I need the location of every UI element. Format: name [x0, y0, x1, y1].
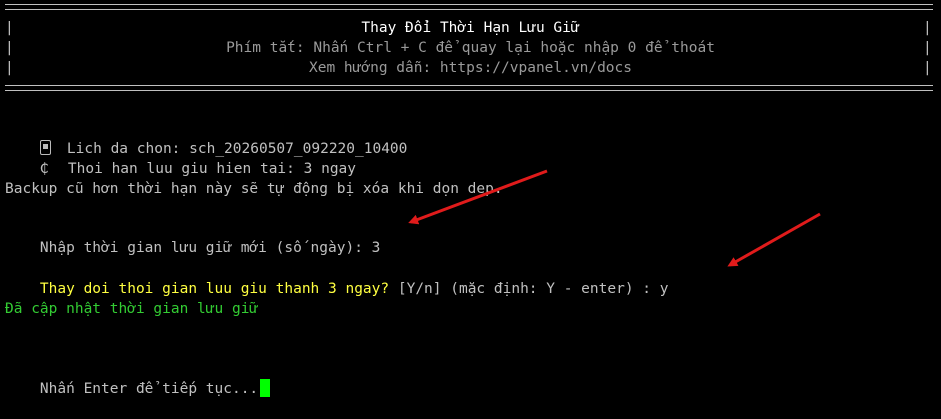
header-border-right: |	[923, 60, 932, 76]
cleanup-notice: Backup cũ hơn thời hạn này sẽ tự động bị…	[5, 181, 503, 197]
retention-days-prompt[interactable]: Nhập thời gian lưu giữ mới (số ngày): 3	[5, 218, 380, 256]
header-border-left: |	[5, 60, 14, 76]
confirm-options: [Y/n] (mặc định: Y - enter) :	[389, 281, 660, 297]
header-border-left: |	[5, 40, 14, 56]
clock-icon: ₵	[39, 161, 49, 177]
continue-prompt: Nhấn Enter để tiếp tục...	[39, 381, 259, 397]
current-retention-text: Thoi han luu giu hien tai: 3 ngay	[67, 161, 357, 177]
header-bottom-rule	[5, 85, 933, 91]
confirm-answer[interactable]: y	[660, 281, 669, 297]
selected-schedule-line: Lich da chon: sch_20260507_092220_10400	[5, 119, 407, 157]
header-border-left: |	[5, 20, 14, 36]
terminal-window[interactable]: | | | | | | Thay Đổi Thời Hạn Lưu Giữ Ph…	[0, 0, 941, 397]
page-title: Thay Đổi Thời Hạn Lưu Giữ	[361, 20, 580, 36]
retention-days-input-value[interactable]: 3	[372, 240, 381, 256]
docs-hint: Xem hướng dẫn: https://vpanel.vn/docs	[308, 60, 632, 76]
confirm-change-prompt[interactable]: Thay doi thoi gian luu giu thanh 3 ngay?…	[5, 259, 669, 297]
current-retention-line: ₵ Thoi han luu giu hien tai: 3 ngay	[5, 139, 356, 177]
retention-days-label: Nhập thời gian lưu giữ mới (số ngày):	[39, 240, 372, 256]
header-border-right: |	[923, 40, 932, 56]
header-top-rule	[5, 4, 933, 10]
success-message: Đã cập nhật thời gian lưu giữ	[5, 301, 259, 317]
continue-prompt-line[interactable]: Nhấn Enter để tiếp tục...	[5, 359, 271, 397]
terminal-cursor[interactable]	[260, 379, 271, 397]
confirm-question: Thay doi thoi gian luu giu thanh 3 ngay?	[39, 281, 390, 297]
header-border-right: |	[923, 20, 932, 36]
arrow-to-confirm-answer	[727, 212, 821, 267]
shortcut-hint: Phím tắt: Nhấn Ctrl + C để quay lại hoặc…	[226, 40, 715, 56]
